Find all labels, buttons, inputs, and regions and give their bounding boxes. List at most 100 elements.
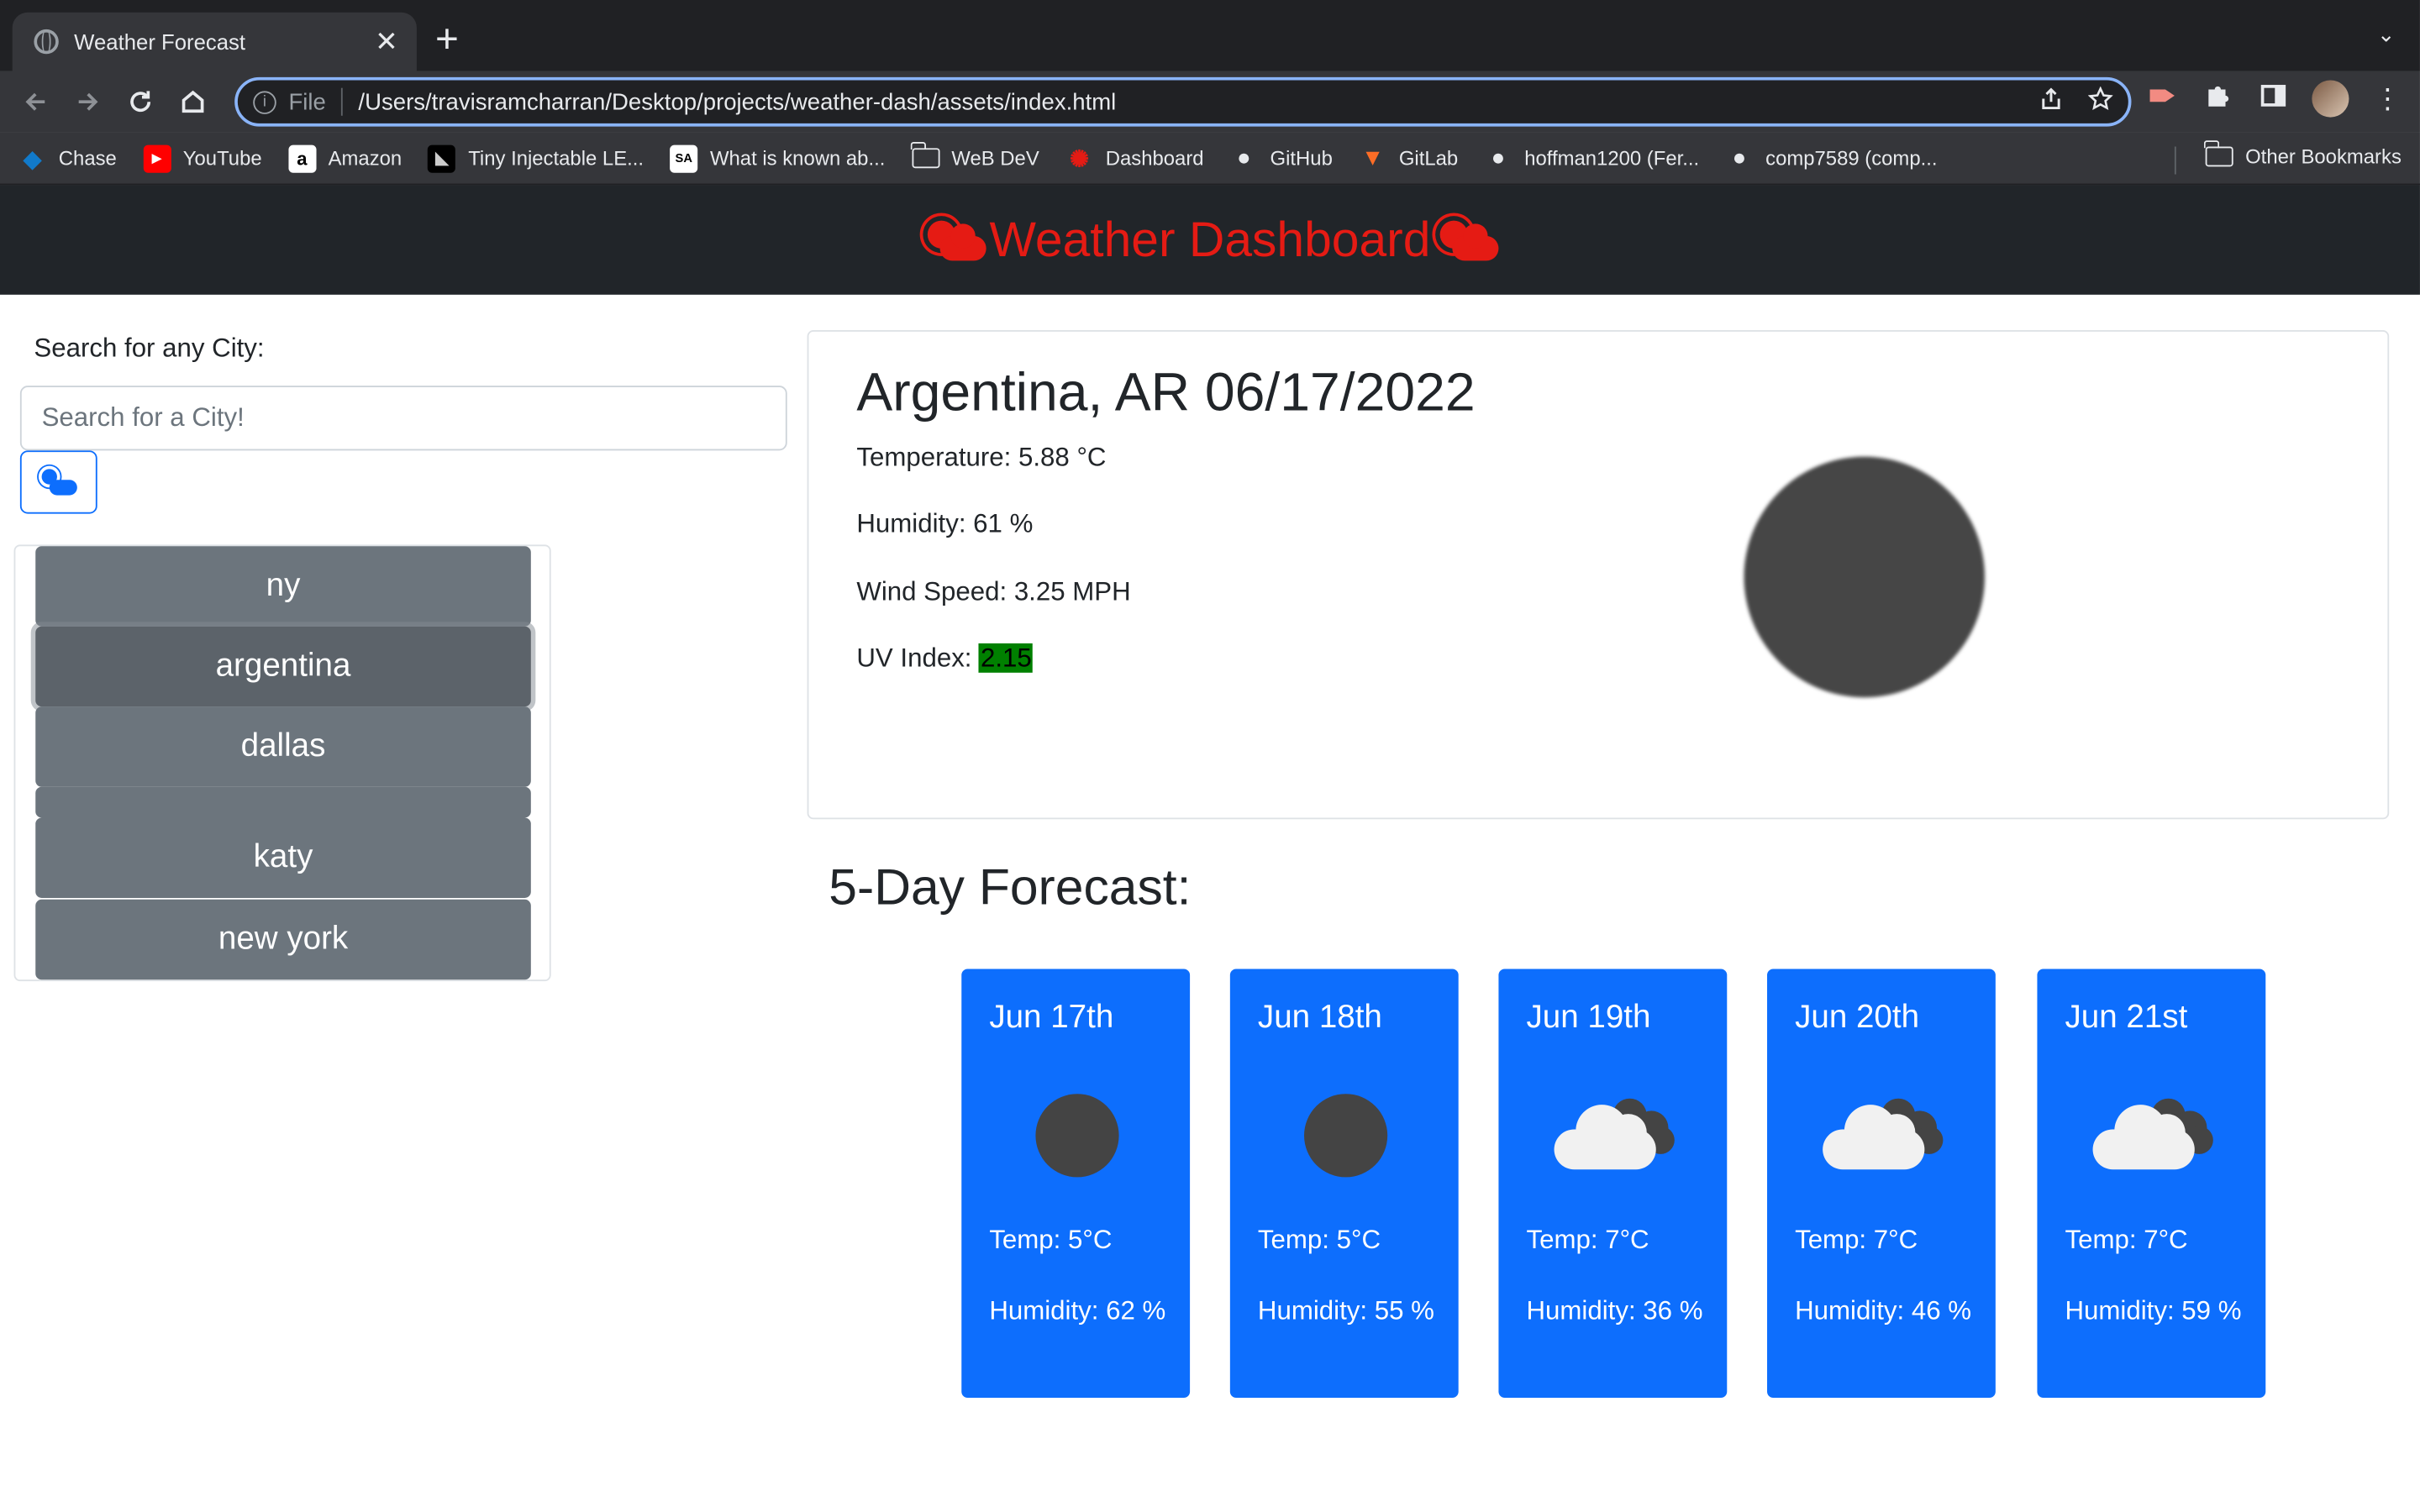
reload-icon (130, 91, 151, 113)
back-button[interactable] (9, 76, 61, 128)
search-history: ny argentina dallas katy new york (13, 544, 551, 982)
forecast-temp: Temp: 7°C (1795, 1225, 1918, 1255)
uv-index-badge: 2.15 (979, 643, 1034, 673)
bookmark-star-icon[interactable] (2087, 85, 2113, 118)
bookmark-item[interactable]: ✺ Dashboard (1065, 144, 1204, 172)
search-label: Search for any City: (34, 333, 265, 363)
forecast-card: Jun 19th Temp: 7°C Humidity: 36 % (1498, 969, 1728, 1399)
bookmark-label: Amazon (328, 146, 402, 171)
bookmark-item[interactable]: a Amazon (287, 144, 402, 172)
bookmark-item[interactable]: SA What is known ab... (670, 144, 885, 172)
bookmark-item[interactable]: ● hoffman1200 (Fer... (1484, 144, 1699, 172)
history-button-katy[interactable]: katy (35, 817, 531, 898)
tab-search-chevron-icon[interactable]: ⌄ (2377, 22, 2396, 48)
forecast-date: Jun 17th (989, 1000, 1114, 1036)
bookmark-item[interactable]: ▼ GitLab (1359, 144, 1458, 172)
forecast-date: Jun 18th (1257, 1000, 1382, 1036)
city-date-title: Argentina, AR 06/17/2022 (856, 362, 1476, 423)
forward-button[interactable] (61, 76, 113, 128)
browser-tab[interactable]: Weather Forecast ✕ (12, 12, 417, 71)
forecast-date: Jun 19th (1526, 1000, 1651, 1036)
globe-icon (34, 29, 59, 55)
bookmark-item[interactable]: ▶ YouTube (143, 144, 262, 172)
dashboard-icon: ✺ (1069, 145, 1090, 172)
profile-avatar[interactable] (2312, 80, 2349, 118)
bookmarks-bar: ◆ Chase ▶ YouTube a Amazon ◣ Tiny Injectable LE… (0, 132, 2420, 186)
kebab-menu-icon[interactable]: ⋮ (2370, 82, 2404, 115)
search-button[interactable] (19, 450, 97, 514)
bookmark-label: Chase (58, 146, 117, 171)
github-icon: ● (1732, 144, 1747, 171)
forecast-humidity: Humidity: 62 % (989, 1295, 1166, 1326)
bookmark-label: GitLab (1398, 146, 1459, 171)
city-search-input[interactable] (19, 386, 787, 451)
forecast-temp: Temp: 5°C (989, 1225, 1113, 1255)
browser-tabstrip: Weather Forecast ✕ + ⌄ (0, 0, 2420, 71)
uv-index-row: UV Index: 2.15 (856, 643, 1034, 675)
clouds-icon (1554, 1086, 1678, 1179)
reload-button[interactable] (114, 76, 166, 128)
close-tab-icon[interactable]: ✕ (375, 28, 398, 55)
share-icon[interactable] (2039, 86, 2063, 118)
bookmark-label: comp7589 (comp... (1765, 146, 1938, 171)
arrow-left-icon (25, 92, 45, 111)
home-icon (182, 90, 204, 113)
github-icon: ● (1491, 144, 1506, 171)
moon-icon (1289, 1086, 1413, 1179)
gitlab-icon: ▼ (1360, 144, 1385, 171)
sun-cloud-icon (1434, 217, 1499, 263)
address-bar[interactable]: i File /Users/travisramcharran/Desktop/p… (234, 76, 2132, 127)
puzzle-extensions-icon[interactable] (2201, 81, 2234, 116)
history-button-dallas[interactable]: dallas (35, 706, 531, 787)
extensions-area: ⋮ (2145, 80, 2405, 118)
bookmark-label: Tiny Injectable LE... (468, 146, 644, 171)
bookmark-item[interactable]: ◣ Tiny Injectable LE... (428, 144, 644, 172)
folder-icon (910, 141, 939, 169)
wind-speed-text: Wind Speed: 3.25 MPH (856, 576, 1131, 606)
bookmark-item[interactable]: ● GitHub (1230, 144, 1333, 172)
site-title: Weather Dashboard (922, 212, 1499, 269)
bookmark-item[interactable]: ● comp7589 (comp... (1725, 144, 1938, 172)
forecast-title: 5-Day Forecast: (829, 858, 1192, 916)
tiny-led-icon: ◣ (428, 144, 456, 172)
forecast-temp: Temp: 5°C (1257, 1225, 1381, 1255)
recorder-extension-icon[interactable] (2145, 82, 2179, 115)
folder-icon (2204, 140, 2233, 167)
bookmark-item[interactable]: WeB DeV (910, 141, 1039, 170)
amazon-icon: a (287, 144, 316, 172)
sa-icon: SA (670, 144, 698, 172)
history-button-argentina[interactable]: argentina (35, 626, 531, 707)
scheme-label: File (288, 88, 326, 115)
bookmark-label: What is known ab... (709, 146, 886, 171)
tab-title: Weather Forecast (74, 29, 246, 55)
history-button-empty[interactable] (35, 786, 531, 818)
bookmark-item[interactable]: ◆ Chase (18, 144, 117, 172)
moon-icon (1020, 1086, 1144, 1179)
forecast-humidity: Humidity: 36 % (1526, 1295, 1703, 1326)
url-text[interactable]: /Users/travisramcharran/Desktop/projects… (358, 89, 2013, 115)
sun-cloud-icon (922, 217, 986, 263)
bookmark-label: Dashboard (1105, 146, 1204, 171)
info-icon[interactable]: i (253, 90, 276, 113)
site-title-text: Weather Dashboard (989, 211, 1431, 267)
bookmark-label: YouTube (182, 146, 262, 171)
omnibox-divider (341, 87, 344, 116)
forecast-date: Jun 20th (1795, 1000, 1920, 1036)
forecast-humidity: Humidity: 55 % (1257, 1295, 1434, 1326)
history-button-ny[interactable]: ny (35, 546, 531, 627)
humidity-text: Humidity: 61 % (856, 509, 1034, 539)
moon-icon (1744, 456, 1985, 698)
current-weather-card: Argentina, AR 06/17/2022 Temperature: 5.… (807, 330, 2390, 820)
sun-cloud-icon (40, 468, 77, 496)
arrow-right-icon (78, 92, 98, 111)
side-panel-icon[interactable] (2256, 81, 2290, 116)
history-button-new-york[interactable]: new york (35, 899, 531, 980)
other-bookmarks[interactable]: Other Bookmarks (2204, 140, 2402, 168)
new-tab-button[interactable]: + (435, 18, 459, 59)
forecast-card: Jun 21st Temp: 7°C Humidity: 59 % (2037, 969, 2266, 1399)
youtube-icon: ▶ (143, 144, 171, 172)
home-button[interactable] (166, 76, 218, 128)
forecast-humidity: Humidity: 46 % (1795, 1295, 1972, 1326)
clouds-icon (1823, 1086, 1946, 1179)
bookmarks-divider (2174, 146, 2176, 175)
